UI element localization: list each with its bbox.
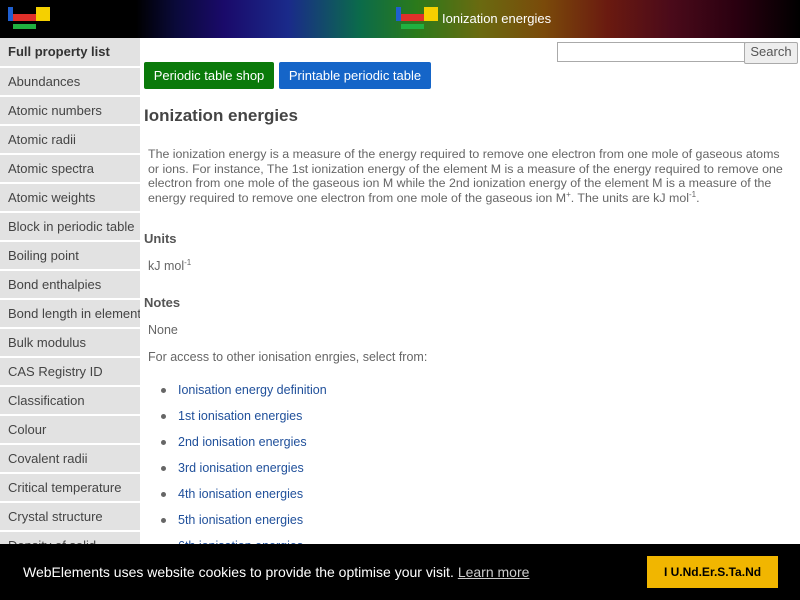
periodic-table-shop-button[interactable]: Periodic table shop bbox=[144, 62, 274, 89]
ionisation-link[interactable]: 5th ionisation energies bbox=[178, 513, 303, 527]
units-heading: Units bbox=[144, 231, 177, 246]
description-text-3: . bbox=[696, 190, 700, 205]
sidebar-item[interactable]: Full property list bbox=[0, 38, 140, 66]
sidebar: Full property list Abundances Atomic numbe… bbox=[0, 38, 140, 600]
sidebar-item[interactable]: Bond enthalpies bbox=[0, 271, 140, 298]
sidebar-item[interactable]: CAS Registry ID bbox=[0, 358, 140, 385]
sidebar-item[interactable]: Atomic radii bbox=[0, 126, 140, 153]
sidebar-item[interactable]: Colour bbox=[0, 416, 140, 443]
header-center: Ionization energies bbox=[396, 6, 551, 30]
sidebar-item[interactable]: Abundances bbox=[0, 68, 140, 95]
sidebar-item[interactable]: Critical temperature bbox=[0, 474, 140, 501]
list-item: 5th ionisation energies bbox=[158, 512, 327, 538]
sidebar-item[interactable]: Classification bbox=[0, 387, 140, 414]
ionisation-link[interactable]: 2nd ionisation energies bbox=[178, 435, 307, 449]
list-item: 4th ionisation energies bbox=[158, 486, 327, 512]
header-bar: Ionization energies bbox=[0, 0, 800, 38]
sidebar-item[interactable]: Crystal structure bbox=[0, 503, 140, 530]
units-text: kJ mol bbox=[148, 259, 185, 273]
sidebar-item[interactable]: Atomic spectra bbox=[0, 155, 140, 182]
units-sup: -1 bbox=[184, 257, 192, 267]
sidebar-item[interactable]: Boiling point bbox=[0, 242, 140, 269]
bullet-icon bbox=[161, 466, 166, 471]
search-button[interactable]: Search bbox=[744, 42, 798, 64]
access-text: For access to other ionisation enrgies, … bbox=[148, 350, 428, 364]
units-value: kJ mol-1 bbox=[148, 257, 192, 273]
sidebar-item[interactable]: Covalent radii bbox=[0, 445, 140, 472]
cookie-accept-button[interactable]: I U.Nd.Er.S.Ta.Nd bbox=[647, 556, 778, 588]
printable-periodic-table-button[interactable]: Printable periodic table bbox=[279, 62, 431, 89]
learn-more-link[interactable]: Learn more bbox=[458, 564, 530, 580]
ionisation-links-list: Ionisation energy definition 1st ionisati… bbox=[158, 382, 327, 564]
search-input[interactable] bbox=[557, 42, 745, 62]
list-item: 2nd ionisation energies bbox=[158, 434, 327, 460]
sidebar-item[interactable]: Atomic numbers bbox=[0, 97, 140, 124]
notes-heading: Notes bbox=[144, 295, 181, 310]
bullet-icon bbox=[161, 518, 166, 523]
sidebar-item[interactable]: Block in periodic table bbox=[0, 213, 140, 240]
webelements-logo-icon-center[interactable] bbox=[396, 6, 438, 30]
cookie-message: WebElements uses website cookies to prov… bbox=[23, 564, 529, 580]
bullet-icon bbox=[161, 440, 166, 445]
ionisation-link[interactable]: Ionisation energy definition bbox=[178, 383, 327, 397]
list-item: Ionisation energy definition bbox=[158, 382, 327, 408]
ionisation-link[interactable]: 3rd ionisation energies bbox=[178, 461, 304, 475]
bullet-icon bbox=[161, 414, 166, 419]
notes-value: None bbox=[148, 323, 178, 337]
sidebar-item[interactable]: Bulk modulus bbox=[0, 329, 140, 356]
description: The ionization energy is a measure of th… bbox=[148, 147, 793, 205]
cookie-text: WebElements uses website cookies to prov… bbox=[23, 564, 454, 580]
ionisation-link[interactable]: 4th ionisation energies bbox=[178, 487, 303, 501]
ionisation-link[interactable]: 1st ionisation energies bbox=[178, 409, 302, 423]
bullet-icon bbox=[161, 388, 166, 393]
sidebar-item[interactable]: Atomic weights bbox=[0, 184, 140, 211]
page-title: Ionization energies bbox=[144, 106, 298, 125]
webelements-logo-icon[interactable] bbox=[8, 6, 50, 30]
list-item: 1st ionisation energies bbox=[158, 408, 327, 434]
list-item: 3rd ionisation energies bbox=[158, 460, 327, 486]
bullet-icon bbox=[161, 492, 166, 497]
header-title[interactable]: Ionization energies bbox=[442, 11, 551, 26]
description-text-2: . The units are kJ mol bbox=[570, 190, 689, 205]
sidebar-item[interactable]: Bond length in element bbox=[0, 300, 140, 327]
